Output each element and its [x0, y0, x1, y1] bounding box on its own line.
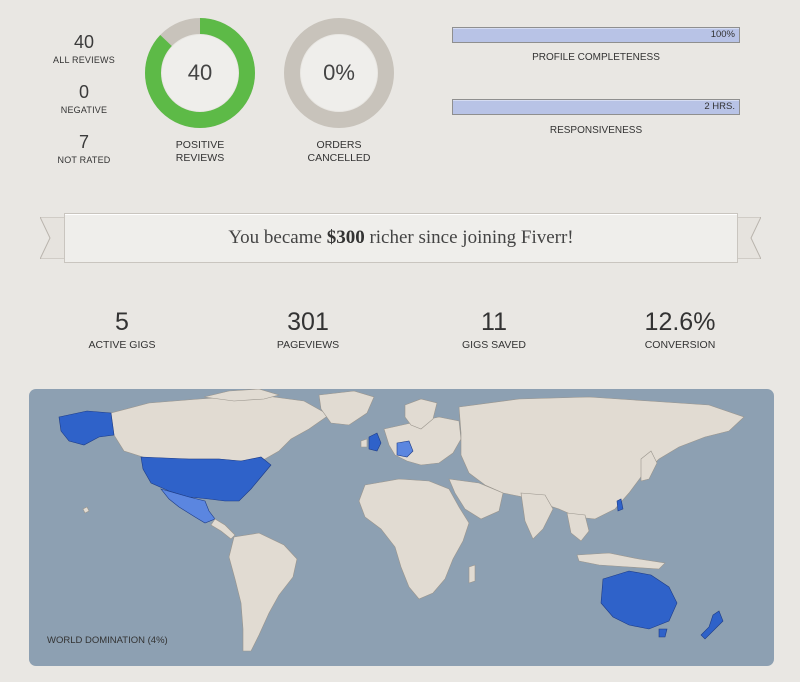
gigs-saved-value: 11: [481, 308, 507, 336]
banner-suffix: richer since joining Fiverr!: [364, 227, 574, 248]
not-rated-count: 7: [78, 132, 89, 152]
alaska: [58, 410, 115, 446]
profile-completeness-bar: 100%: [452, 27, 740, 43]
active-gigs-stat: 5 Active gigs: [52, 308, 192, 351]
profile-completeness-label: Profile completeness: [532, 52, 660, 63]
conversion-label: Conversion: [644, 339, 716, 351]
gigs-saved-label: Gigs saved: [462, 339, 526, 351]
profile-completeness-value: 100%: [710, 29, 735, 40]
responsiveness-label: Responsiveness: [549, 125, 643, 136]
hawaii: [82, 506, 90, 514]
not-rated-label: Not rated: [57, 155, 111, 165]
all-reviews-label: All reviews: [53, 55, 115, 65]
negative-label: Negative: [60, 105, 108, 115]
negative-count: 0: [78, 82, 89, 102]
africa: [358, 478, 470, 600]
central-america: [210, 518, 236, 540]
conversion-value: 12.6%: [644, 308, 716, 336]
positive-reviews-label: Positive Reviews: [144, 139, 256, 165]
south-america: [228, 532, 298, 652]
orders-cancelled-label-line2: Cancelled: [307, 152, 371, 164]
indonesia: [576, 552, 666, 570]
map-caption: World domination (4%): [47, 635, 168, 646]
world-map: World domination (4%): [29, 389, 774, 666]
conversion-stat: 12.6% Conversion: [610, 308, 750, 351]
orders-cancelled-label-line1: Orders: [316, 139, 362, 151]
responsiveness-value: 2 HRS.: [704, 101, 735, 112]
positive-reviews-label-line2: Reviews: [175, 152, 225, 164]
orders-cancelled-ring: 0% Orders Cancelled: [283, 17, 395, 165]
positive-reviews-ring: 40 Positive Reviews: [144, 17, 256, 165]
southeast-asia: [566, 512, 590, 542]
responsiveness-bar: 2 HRS.: [452, 99, 740, 115]
greenland: [318, 390, 375, 426]
banner-prefix: You became: [228, 227, 327, 248]
all-reviews-count: 40: [73, 32, 95, 52]
united-kingdom: [368, 432, 382, 452]
orders-cancelled-label: Orders Cancelled: [283, 139, 395, 165]
active-gigs-value: 5: [115, 308, 129, 336]
asia: [458, 396, 745, 520]
madagascar: [468, 564, 476, 584]
ireland: [360, 438, 368, 448]
australia: [600, 570, 678, 630]
new-zealand: [700, 610, 724, 640]
pageviews-label: Pageviews: [276, 339, 340, 351]
canada: [110, 394, 330, 462]
pageviews-stat: 301 Pageviews: [238, 308, 378, 351]
world-map-svg: [58, 389, 745, 652]
positive-reviews-label-line1: Positive: [175, 139, 225, 151]
tasmania: [658, 628, 668, 638]
pageviews-value: 301: [287, 308, 329, 336]
usa: [140, 456, 272, 502]
orders-cancelled-value: 0%: [323, 60, 355, 85]
banner-amount: $300: [326, 227, 365, 248]
earnings-banner: You became $300 richer since joining Fiv…: [64, 213, 738, 263]
active-gigs-label: Active gigs: [88, 339, 156, 351]
gigs-saved-stat: 11 Gigs saved: [424, 308, 564, 351]
positive-reviews-value: 40: [187, 60, 213, 85]
